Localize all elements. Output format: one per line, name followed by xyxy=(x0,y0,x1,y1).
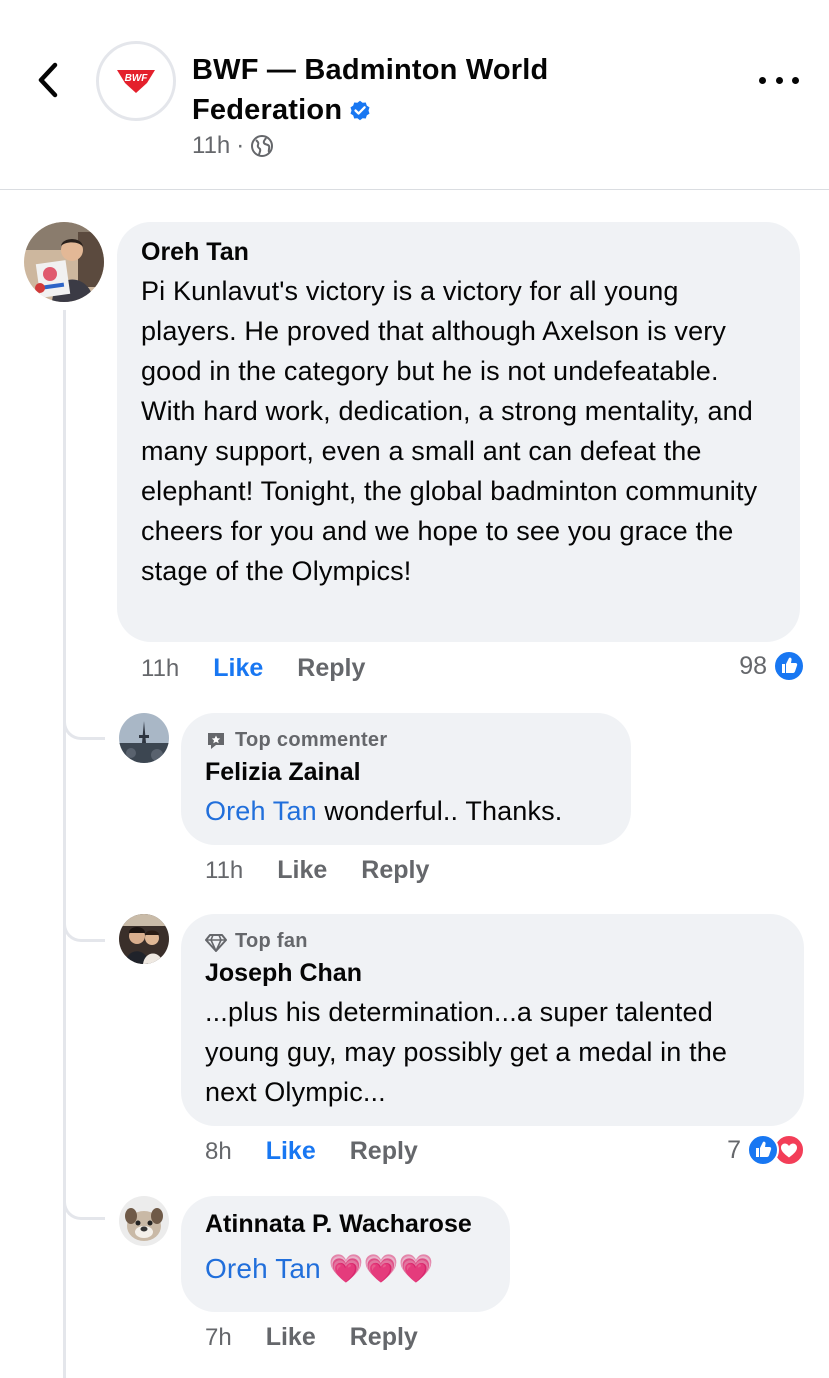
reply-bubble: Top commenter Felizia Zainal Oreh Tan wo… xyxy=(181,713,631,845)
more-options-button[interactable] xyxy=(759,66,799,94)
like-reaction-icon xyxy=(773,650,805,682)
reaction-summary[interactable]: 98 xyxy=(739,650,805,682)
like-button[interactable]: Like xyxy=(213,654,263,683)
comment-actions: 11h Like Reply xyxy=(141,654,365,683)
meta-separator: · xyxy=(236,132,245,159)
thread-connector xyxy=(63,912,105,942)
page-name[interactable]: BWF — Badminton World Federation xyxy=(192,50,662,130)
reply-author[interactable]: Felizia Zainal xyxy=(205,758,607,787)
badge-label: Top commenter xyxy=(235,729,388,751)
badge-label: Top fan xyxy=(235,930,308,952)
reply-button[interactable]: Reply xyxy=(350,1137,418,1166)
avatar[interactable] xyxy=(119,1196,169,1246)
reaction-count: 7 xyxy=(727,1135,741,1164)
reply-author[interactable]: Joseph Chan xyxy=(205,959,780,988)
reply-actions: 8h Like Reply xyxy=(205,1137,418,1166)
like-button[interactable]: Like xyxy=(266,1137,316,1166)
reply-text-body: wonderful.. Thanks. xyxy=(316,796,563,826)
thread-connector xyxy=(63,1190,105,1220)
reply-time[interactable]: 11h xyxy=(205,857,243,885)
reply-actions: 11h Like Reply xyxy=(205,856,429,885)
reply-actions: 7h Like Reply xyxy=(205,1323,418,1352)
avatar-photo xyxy=(119,914,169,964)
reply-text: Oreh Tan wonderful.. Thanks. xyxy=(205,791,607,831)
back-button[interactable] xyxy=(30,58,66,102)
more-dot-icon xyxy=(759,76,766,84)
avatar-photo xyxy=(24,222,104,302)
comment-bubble: Oreh Tan Pi Kunlavut's victory is a vict… xyxy=(117,222,800,642)
reply-author[interactable]: Atinnata P. Wacharose xyxy=(205,1210,486,1239)
verified-badge-icon xyxy=(350,100,370,121)
reply-bubble: Top fan Joseph Chan ...plus his determin… xyxy=(181,914,804,1126)
bwf-logo-text: BWF xyxy=(125,73,149,84)
reply-text: ...plus his determination...a super tale… xyxy=(205,997,728,1107)
reaction-count: 98 xyxy=(739,651,767,680)
reply-button[interactable]: Reply xyxy=(361,856,429,885)
more-dot-icon xyxy=(792,76,799,84)
reply-text-body: 💗💗💗 xyxy=(320,1253,434,1284)
top-commenter-icon xyxy=(208,732,224,749)
chevron-left-icon xyxy=(38,62,58,98)
post-header: BWF BWF — Badminton World Federation 11h… xyxy=(0,0,829,190)
globe-icon xyxy=(251,135,274,157)
post-meta: 11h · xyxy=(192,132,274,160)
avatar-photo xyxy=(119,713,169,763)
reply-button[interactable]: Reply xyxy=(297,654,365,683)
comment-author[interactable]: Oreh Tan xyxy=(141,238,776,267)
reply-time[interactable]: 7h xyxy=(205,1324,232,1352)
top-fan-badge[interactable]: Top fan xyxy=(205,930,780,953)
page-avatar[interactable]: BWF xyxy=(96,41,176,121)
top-commenter-badge[interactable]: Top commenter xyxy=(205,729,607,752)
thread-line xyxy=(63,310,66,1378)
like-button[interactable]: Like xyxy=(266,1323,316,1352)
reaction-summary[interactable]: 7 xyxy=(727,1134,805,1166)
mention-link[interactable]: Oreh Tan xyxy=(205,1253,321,1284)
reply-time[interactable]: 8h xyxy=(205,1138,232,1166)
avatar[interactable] xyxy=(119,914,169,964)
mention-link[interactable]: Oreh Tan xyxy=(205,796,317,826)
avatar[interactable] xyxy=(24,222,104,302)
comment-time[interactable]: 11h xyxy=(141,655,179,683)
reply-bubble: Atinnata P. Wacharose Oreh Tan 💗💗💗 xyxy=(181,1196,510,1312)
thread-connector xyxy=(63,710,105,740)
avatar-photo xyxy=(119,1196,169,1246)
comment-text: Pi Kunlavut's victory is a victory for a… xyxy=(141,276,758,586)
bwf-logo: BWF xyxy=(117,70,155,93)
reply-text: Oreh Tan 💗💗💗 xyxy=(205,1249,486,1289)
diamond-icon xyxy=(205,933,227,952)
like-button[interactable]: Like xyxy=(277,856,327,885)
reply-button[interactable]: Reply xyxy=(350,1323,418,1352)
avatar[interactable] xyxy=(119,713,169,763)
post-time[interactable]: 11h xyxy=(192,132,230,160)
more-dot-icon xyxy=(775,76,783,84)
like-reaction-icon xyxy=(747,1134,779,1166)
